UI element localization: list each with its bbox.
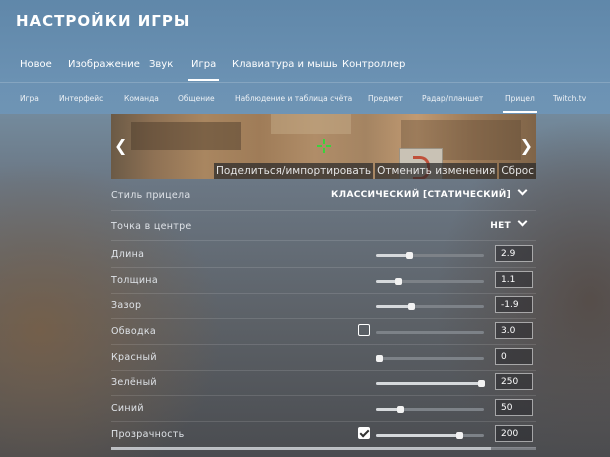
setting-row-green: Зелёный 250 — [111, 370, 536, 396]
alpha-value-field[interactable]: 200 — [495, 425, 533, 442]
setting-row-blue: Синий 50 — [111, 396, 536, 422]
chevron-down-icon — [517, 185, 528, 196]
subtab-interface[interactable]: Интерфейс — [59, 94, 103, 103]
setting-row-length: Длина 2.9 — [111, 242, 536, 268]
slider-thumb[interactable] — [456, 432, 464, 439]
slider-thumb[interactable] — [406, 252, 414, 259]
subtab-game[interactable]: Игра — [20, 94, 39, 103]
slider-thumb[interactable] — [394, 278, 402, 285]
outline-slider[interactable] — [376, 331, 484, 334]
sub-tabs: Игра Интерфейс Команда Общение Наблюдени… — [0, 86, 610, 113]
blue-slider[interactable] — [376, 406, 484, 413]
setting-label: Красный — [111, 352, 157, 363]
dropdown-value: КЛАССИЧЕСКИЙ [СТАТИЧЕСКИЙ] — [331, 190, 511, 200]
subtab-twitch[interactable]: Twitch.tv — [553, 94, 586, 103]
setting-label: Зазор — [111, 300, 142, 311]
revert-changes-button[interactable]: Отменить изменения — [375, 163, 498, 179]
tab-video[interactable]: Изображение — [68, 59, 140, 70]
crosshair-preview: ❮ ❯ Поделиться/импортировать Отменить из… — [111, 114, 536, 179]
slider-thumb[interactable] — [477, 380, 485, 387]
setting-label: Обводка — [111, 326, 156, 337]
thickness-slider[interactable] — [376, 278, 484, 285]
slider-thumb[interactable] — [396, 406, 404, 413]
red-value-field[interactable]: 0 — [495, 348, 533, 365]
top-bar: НАСТРОЙКИ ИГРЫ Новое Изображение Звук Иг… — [0, 0, 610, 114]
setting-label: Прозрачность — [111, 429, 185, 440]
setting-row-red: Красный 0 — [111, 345, 536, 371]
chevron-right-icon[interactable]: ❯ — [520, 136, 533, 155]
green-value-field[interactable]: 250 — [495, 373, 533, 390]
gap-slider[interactable] — [376, 303, 484, 310]
setting-label: Длина — [111, 249, 145, 260]
chevron-left-icon[interactable]: ❮ — [114, 136, 127, 155]
setting-row-outline: Обводка 3.0 — [111, 319, 536, 345]
thickness-value-field[interactable]: 1.1 — [495, 271, 533, 288]
tab-keyboard-mouse[interactable]: Клавиатура и мышь — [232, 59, 338, 70]
blue-value-field[interactable]: 50 — [495, 399, 533, 416]
setting-label: Стиль прицела — [111, 190, 191, 201]
alpha-slider[interactable] — [376, 432, 484, 439]
setting-row-center-dot: Точка в центре НЕТ — [111, 211, 536, 241]
setting-label: Синий — [111, 403, 144, 414]
share-import-button[interactable]: Поделиться/импортировать — [213, 163, 374, 179]
preview-actions: Поделиться/импортировать Отменить измене… — [212, 163, 536, 179]
tab-audio[interactable]: Звук — [149, 59, 173, 70]
slider-thumb[interactable] — [376, 355, 384, 362]
setting-row-thickness: Толщина 1.1 — [111, 268, 536, 294]
dropdown-value: НЕТ — [490, 221, 511, 231]
setting-row-alpha: Прозрачность 200 — [111, 422, 536, 448]
subtab-radar[interactable]: Радар/планшет — [422, 94, 483, 103]
subtab-communication[interactable]: Общение — [178, 94, 215, 103]
subtab-item[interactable]: Предмет — [368, 94, 403, 103]
setting-row-style: Стиль прицела КЛАССИЧЕСКИЙ [СТАТИЧЕСКИЙ] — [111, 180, 536, 211]
tab-game[interactable]: Игра — [187, 59, 220, 81]
crosshair-style-dropdown[interactable]: КЛАССИЧЕСКИЙ [СТАТИЧЕСКИЙ] — [331, 185, 528, 200]
scrollbar-thumb[interactable] — [111, 447, 491, 450]
length-value-field[interactable]: 2.9 — [495, 245, 533, 262]
crosshair-sample-icon — [317, 139, 331, 153]
length-slider[interactable] — [376, 252, 484, 259]
subtab-spectating[interactable]: Наблюдение и таблица счёта — [235, 94, 352, 103]
horizontal-scrollbar[interactable] — [111, 447, 536, 450]
red-slider[interactable] — [376, 355, 484, 362]
page-title: НАСТРОЙКИ ИГРЫ — [16, 12, 191, 30]
center-dot-dropdown[interactable]: НЕТ — [490, 216, 528, 231]
setting-label: Толщина — [111, 275, 158, 286]
subtab-crosshair[interactable]: Прицел — [503, 94, 537, 113]
gap-value-field[interactable]: -1.9 — [495, 296, 533, 313]
alpha-checkbox[interactable] — [358, 427, 370, 439]
green-slider[interactable] — [376, 380, 485, 387]
tab-controller[interactable]: Контроллер — [342, 59, 405, 70]
main-tabs: Новое Изображение Звук Игра Клавиатура и… — [0, 52, 610, 82]
tab-new[interactable]: Новое — [20, 59, 52, 70]
tabs-divider — [0, 82, 610, 83]
setting-label: Зелёный — [111, 377, 157, 388]
chevron-down-icon — [517, 216, 528, 227]
preview-scenery — [271, 114, 351, 134]
outline-value-field[interactable]: 3.0 — [495, 322, 533, 339]
reset-button[interactable]: Сброс — [499, 163, 536, 179]
outline-checkbox[interactable] — [358, 324, 370, 336]
setting-row-gap: Зазор -1.9 — [111, 293, 536, 319]
subtab-team[interactable]: Команда — [124, 94, 159, 103]
slider-thumb[interactable] — [407, 303, 415, 310]
preview-scenery — [131, 122, 241, 150]
setting-label: Точка в центре — [111, 221, 192, 232]
